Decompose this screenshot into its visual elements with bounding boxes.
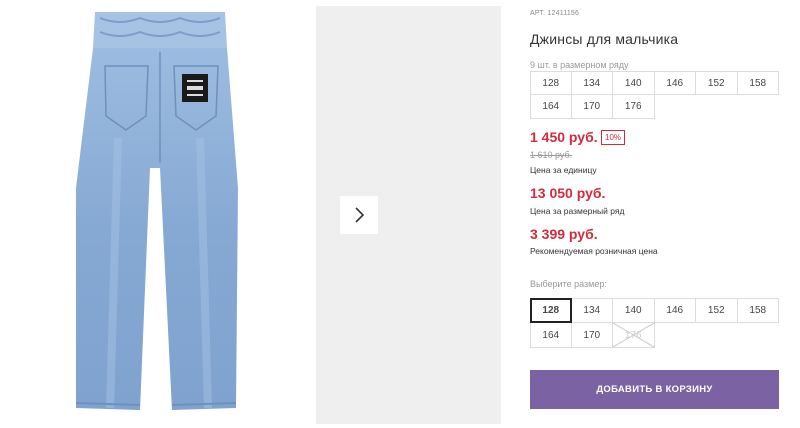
size-cell: 134 xyxy=(571,71,613,95)
retail-price: 3 399 руб. xyxy=(530,226,598,242)
size-option-164[interactable]: 164 xyxy=(530,323,572,348)
chevron-right-icon xyxy=(355,207,365,223)
row-price: 13 050 руб. xyxy=(530,185,606,201)
size-range-table: 128 134 140 146 152 158 164 170 176 xyxy=(530,71,779,119)
size-cell: 170 xyxy=(571,95,613,119)
size-cell: 146 xyxy=(654,71,696,95)
article-number: АРТ. 12411156 xyxy=(530,10,580,17)
cross-out-icon xyxy=(613,323,654,347)
size-option-140[interactable]: 140 xyxy=(613,298,655,323)
size-cell: 158 xyxy=(737,71,779,95)
row-price-label: Цена за размерный ряд xyxy=(530,206,625,216)
current-price: 1 450 руб. xyxy=(530,129,598,145)
product-image-main[interactable] xyxy=(0,0,316,428)
product-title: Джинсы для мальчика xyxy=(530,31,679,47)
retail-price-label: Рекомендуемая розничная цена xyxy=(530,246,658,256)
size-selector: 128 134 140 146 152 158 164 170 176 xyxy=(530,298,779,348)
size-cell: 164 xyxy=(530,95,572,119)
size-cell: 140 xyxy=(613,71,655,95)
size-cell: 176 xyxy=(613,95,655,119)
size-option-146[interactable]: 146 xyxy=(654,298,696,323)
size-option-158[interactable]: 158 xyxy=(737,298,779,323)
size-cell: 128 xyxy=(530,71,572,95)
size-option-170[interactable]: 170 xyxy=(571,323,613,348)
size-cell: 152 xyxy=(696,71,738,95)
size-option-128[interactable]: 128 xyxy=(530,298,572,323)
add-to-cart-button[interactable]: ДОБАВИТЬ В КОРЗИНУ xyxy=(530,370,779,409)
old-price: 1 610 руб. xyxy=(530,150,573,160)
unit-price-label: Цена за единицу xyxy=(530,165,597,175)
stock-note: 9 шт. в размерном ряду xyxy=(530,60,629,70)
choose-size-label: Выберите размер: xyxy=(530,279,607,289)
jeans-image xyxy=(75,12,238,410)
size-option-134[interactable]: 134 xyxy=(571,298,613,323)
size-option-176-unavailable: 176 xyxy=(613,323,655,348)
size-option-152[interactable]: 152 xyxy=(696,298,738,323)
discount-badge: 10% xyxy=(601,130,626,145)
gallery-next-button[interactable] xyxy=(340,196,378,234)
